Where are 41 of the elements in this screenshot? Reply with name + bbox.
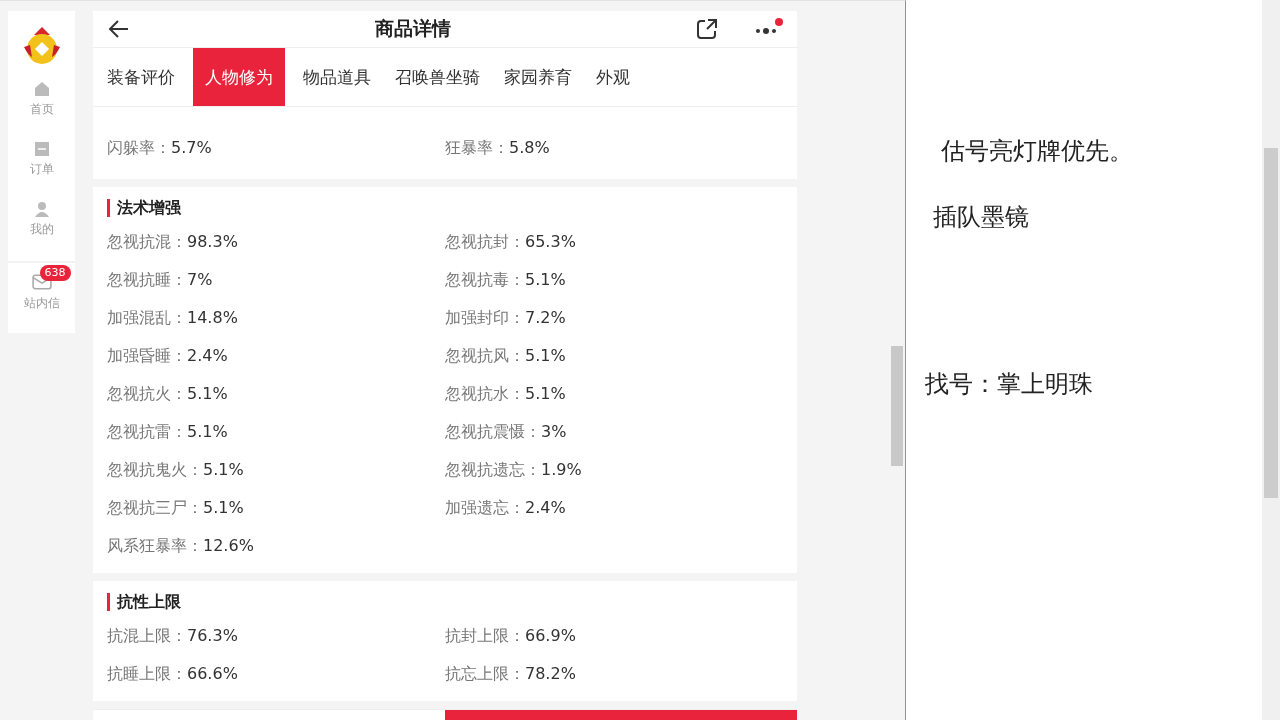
stat-item: 加强昏睡：2.4% <box>107 345 229 367</box>
stat-item: 忽视抗鬼火：5.1% <box>107 459 245 481</box>
stat-item: 狂暴率：5.8% <box>445 137 551 159</box>
tab[interactable]: 人物修为 <box>193 48 285 106</box>
home-icon <box>33 81 50 97</box>
stat-item: 加强封印：7.2% <box>445 307 567 329</box>
stat-item: 忽视抗雷：5.1% <box>107 421 229 443</box>
section-heading: 抗性上限 <box>107 593 783 611</box>
unread-count-badge: 638 <box>39 265 71 281</box>
note-text: 找号：掌上明珠 <box>925 369 1094 400</box>
stat-item: 忽视抗遗忘：1.9% <box>445 459 583 481</box>
note-text: 插队墨镜 <box>933 202 1030 233</box>
stat-item: 风系狂暴率：12.6% <box>107 535 255 557</box>
stat-item: 忽视抗震慑：3% <box>445 421 568 443</box>
share-icon[interactable] <box>695 17 719 41</box>
page-title: 商品详情 <box>374 16 452 41</box>
stat-item: 抗忘上限：78.2% <box>445 663 577 685</box>
stat-item: 忽视抗混：98.3% <box>107 231 239 253</box>
stat-item: 忽视抗毒：5.1% <box>445 269 567 291</box>
stat-item: 抗睡上限：66.6% <box>107 663 239 685</box>
stat-item: 忽视抗风：5.1% <box>445 345 567 367</box>
tab[interactable]: 家园养育 <box>498 48 578 106</box>
stat-item: 抗混上限：76.3% <box>107 625 239 647</box>
stat-item: 闪躲率：5.7% <box>107 137 213 159</box>
stat-item: 忽视抗火：5.1% <box>107 383 229 405</box>
scrollbar[interactable] <box>1262 0 1280 720</box>
tab[interactable]: 召唤兽坐骑 <box>389 48 486 106</box>
user-icon <box>33 201 50 217</box>
tab[interactable]: 物品道具 <box>297 48 377 106</box>
section-heading: 法术增强 <box>107 199 783 217</box>
stat-item: 加强混乱：14.8% <box>107 307 239 329</box>
tab[interactable]: 装备评价 <box>101 48 181 106</box>
stat-item: 加强遗忘：2.4% <box>445 497 567 519</box>
document-icon <box>33 141 50 157</box>
stat-item: 抗封上限：66.9% <box>445 625 577 647</box>
stat-item: 忽视抗三尸：5.1% <box>107 497 245 519</box>
stat-item: 忽视抗水：5.1% <box>445 383 567 405</box>
tab[interactable]: 外观 <box>590 48 636 106</box>
stat-item: 忽视抗睡：7% <box>107 269 214 291</box>
note-text: 估号亮灯牌优先。 <box>941 136 1134 167</box>
stat-item: 忽视抗封：65.3% <box>445 231 577 253</box>
